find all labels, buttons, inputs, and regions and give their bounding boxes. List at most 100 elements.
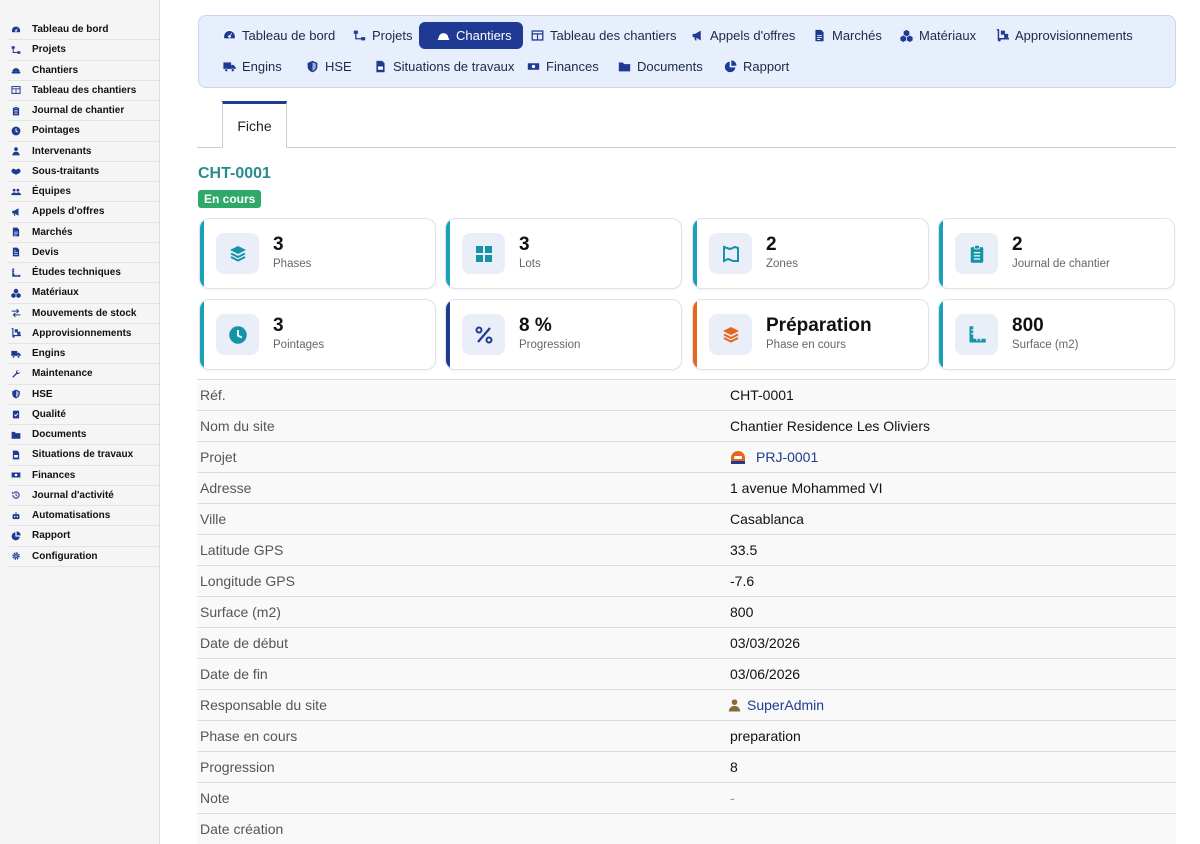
topnav-item-12[interactable]: Documents [600,53,714,80]
sidebar-item-6[interactable]: Intervenants [7,142,159,162]
sidebar-item-1[interactable]: Projets [7,40,159,61]
sidebar-item-label: Devis [32,246,59,258]
wrench-icon [7,369,25,379]
topnav-item-label: Marchés [832,28,882,43]
card-label: Progression [519,339,581,351]
detail-label: Surface (m2) [200,604,281,620]
sidebar-item-13[interactable]: Matériaux [7,283,159,304]
layers-icon [216,233,259,274]
detail-value-text: 800 [730,604,754,620]
topnav-item-label: Documents [637,59,703,74]
money-icon [7,470,25,480]
topnav-item-label: Situations de travaux [393,59,515,74]
sidebar-item-16[interactable]: Engins [7,344,159,365]
detail-value: preparation [730,728,801,744]
sidebar-item-15[interactable]: Approvisionnements [7,324,159,344]
users-icon [7,187,25,197]
clipboard-check-icon [7,409,25,419]
topnav-item-13[interactable]: Rapport [706,53,800,80]
detail-value[interactable]: SuperAdmin [728,697,825,713]
topnav-item-5[interactable]: Marchés [795,22,893,49]
detail-label: Longitude GPS [200,573,295,589]
detail-value-text: 8 [730,759,738,775]
sidebar-item-20[interactable]: Documents [7,425,159,446]
detail-value-text: 1 avenue Mohammed VI [730,480,883,496]
topnav-item-1[interactable]: Projets [335,22,423,49]
card-value: Préparation [766,315,872,336]
sidebar-item-10[interactable]: Marchés [7,223,159,243]
sidebar-item-8[interactable]: Équipes [7,182,159,203]
sidebar-item-label: Projets [32,44,66,56]
detail-label: Ville [200,511,227,527]
sidebar-item-14[interactable]: Mouvements de stock [7,304,159,324]
topnav-item-3[interactable]: Tableau des chantiers [513,22,687,49]
sidebar-item-22[interactable]: Finances [7,466,159,486]
sidebar-item-23[interactable]: Journal d'activité [7,486,159,506]
detail-value[interactable]: PRJ-0001 [730,449,818,465]
sidebar-item-label: Maintenance [32,368,93,380]
sidebar-item-label: Finances [32,469,76,481]
detail-row: Nom du site Chantier Residence Les Olivie… [197,410,1176,441]
sidebar-item-label: Marchés [32,226,73,238]
sidebar-item-3[interactable]: Tableau des chantiers [7,81,159,101]
card-label: Surface (m2) [1012,339,1079,351]
cubes-icon [7,288,25,298]
detail-value: CHT-0001 [730,387,794,403]
topnav-item-label: Engins [242,59,282,74]
sidebar-item-21[interactable]: Situations de travaux [7,445,159,466]
detail-value-text: SuperAdmin [747,697,825,713]
sidebar-item-11[interactable]: Devis [7,243,159,263]
topnav-item-7[interactable]: Approvisionnements [978,22,1144,49]
card-label: Phases [273,258,312,270]
topnav-item-label: Approvisionnements [1015,28,1133,43]
tab-fiche[interactable]: Fiche [222,101,287,148]
sidebar-item-26[interactable]: Configuration [7,547,159,567]
sidebar-item-9[interactable]: Appels d'offres [7,202,159,223]
sidebar-item-17[interactable]: Maintenance [7,364,159,385]
card-accent-bar [200,300,204,369]
sidebar-item-2[interactable]: Chantiers [7,61,159,81]
topnav-item-4[interactable]: Appels d'offres [673,22,806,49]
sidebar-item-12[interactable]: Études techniques [7,263,159,284]
topnav-item-11[interactable]: Finances [509,53,610,80]
card-accent-bar [200,219,204,288]
shield-icon [7,389,25,399]
sidebar-item-25[interactable]: Rapport [7,526,159,547]
card-value: 800 [1012,315,1044,336]
stat-card-lots: 3 Lots [445,218,682,289]
clock-icon [216,314,259,355]
topnav-item-8[interactable]: Engins [205,53,293,80]
topnav-item-10[interactable]: Situations de travaux [356,53,525,80]
sidebar-item-4[interactable]: Journal de chantier [7,101,159,122]
hardhat-icon [436,29,450,43]
detail-value-text: 03/03/2026 [730,635,801,651]
sidebar-item-0[interactable]: Tableau de bord [7,20,159,41]
detail-label: Réf. [200,387,226,403]
topnav-item-9[interactable]: HSE [288,53,363,80]
detail-value: 800 [730,604,753,620]
sidebar-item-label: Équipes [32,186,71,198]
sidebar-item-19[interactable]: Qualité [7,405,159,425]
sidebar-item-24[interactable]: Automatisations [7,506,159,527]
sidebar-item-7[interactable]: Sous-traitants [7,162,159,182]
card-label: Zones [766,258,798,270]
sidebar-item-label: Engins [32,348,66,360]
contract-icon [7,227,25,237]
detail-row: Date de début 03/03/2026 [197,627,1176,658]
clock-icon [7,126,25,136]
stat-card-journal-de-chantier: 2 Journal de chantier [938,218,1175,289]
ruler-icon [955,314,998,355]
sidebar-item-label: Appels d'offres [32,206,105,218]
detail-value-text: Chantier Residence Les Oliviers [730,418,930,434]
topnav-item-0[interactable]: Tableau de bord [205,22,346,49]
sidebar-item-18[interactable]: HSE [7,385,159,405]
sidebar-item-label: Approvisionnements [32,327,132,339]
dashboard-icon [222,29,236,43]
sidebar-item-5[interactable]: Pointages [7,121,159,142]
topnav-item-2[interactable]: Chantiers [419,22,523,49]
page-title: CHT-0001 [198,165,271,182]
bullhorn-icon [7,207,25,217]
topnav-item-6[interactable]: Matériaux [882,22,987,49]
stat-card-progression: 8 % Progression [445,299,682,370]
card-accent-bar [446,219,450,288]
